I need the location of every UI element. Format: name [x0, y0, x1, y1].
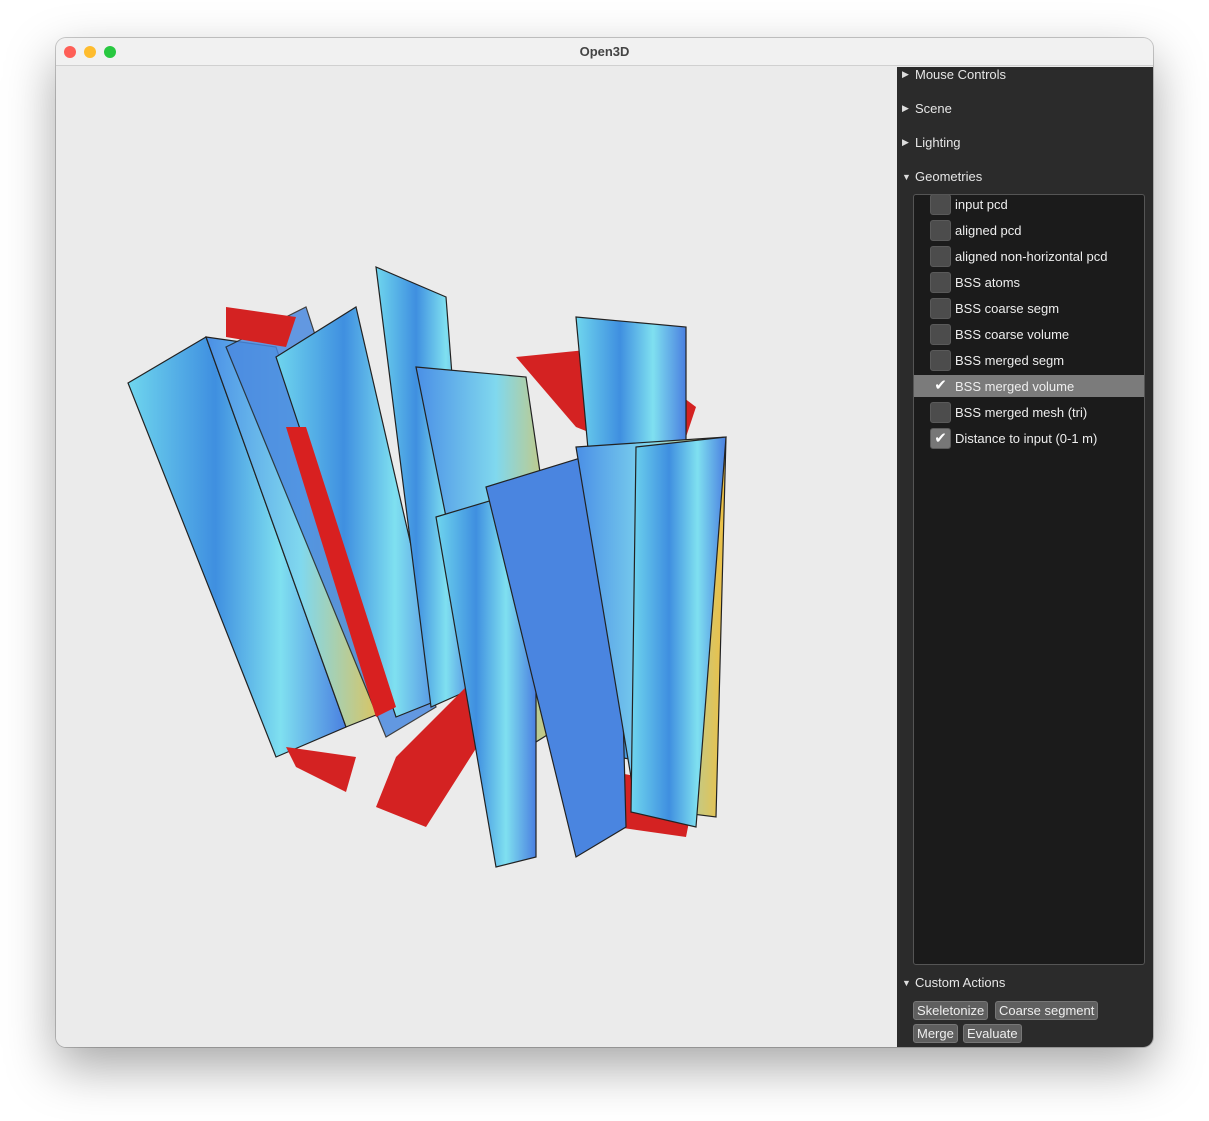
checkbox-checked[interactable]: ✔: [930, 427, 951, 449]
triangle-right-icon: ▶: [902, 137, 909, 147]
minimize-button[interactable]: [84, 46, 96, 58]
geometry-item[interactable]: aligned non-horizontal pcd: [914, 245, 1144, 267]
checkbox[interactable]: [930, 297, 951, 319]
checkbox[interactable]: [930, 349, 951, 371]
3d-viewport[interactable]: [56, 67, 897, 1047]
checkbox[interactable]: [930, 219, 951, 241]
app-window: Open3D ▶ Mouse Controls ▶ Scene ▶ Lighti…: [56, 38, 1153, 1047]
geometry-label: Distance to input (0-1 m): [955, 430, 1098, 446]
geometry-label: input pcd: [955, 196, 1008, 212]
section-custom-actions[interactable]: ▼ Custom Actions: [902, 975, 1005, 990]
section-label: Custom Actions: [915, 975, 1006, 990]
geometry-label: aligned pcd: [955, 222, 1022, 238]
geometry-label: aligned non-horizontal pcd: [955, 248, 1108, 264]
zoom-button[interactable]: [104, 46, 116, 58]
checkbox-checked[interactable]: ✔: [930, 376, 951, 397]
geometry-label: BSS atoms: [955, 274, 1021, 290]
checkbox[interactable]: [930, 245, 951, 267]
section-label: Lighting: [915, 135, 961, 150]
merge-button[interactable]: Merge: [913, 1024, 958, 1043]
geometry-item[interactable]: aligned pcd: [914, 219, 1144, 241]
geometry-item[interactable]: BSS merged segm: [914, 349, 1144, 371]
section-scene[interactable]: ▶ Scene: [902, 101, 952, 116]
geometry-item[interactable]: BSS coarse volume: [914, 323, 1144, 345]
triangle-down-icon: ▼: [902, 977, 911, 988]
skeletonize-button[interactable]: Skeletonize: [913, 1001, 989, 1020]
geometry-item[interactable]: BSS coarse segm: [914, 297, 1144, 319]
geometry-label: BSS coarse segm: [955, 300, 1060, 316]
point-cloud-render: [127, 266, 727, 868]
building-left: [127, 266, 477, 758]
section-label: Scene: [915, 101, 952, 116]
section-label: Mouse Controls: [915, 67, 1007, 82]
evaluate-button[interactable]: Evaluate: [963, 1024, 1022, 1043]
checkbox[interactable]: [930, 195, 951, 215]
geometry-label: BSS merged mesh (tri): [955, 404, 1088, 420]
triangle-down-icon: ▼: [902, 171, 911, 182]
checkbox[interactable]: [930, 271, 951, 293]
triangle-right-icon: ▶: [902, 69, 909, 79]
geometry-item[interactable]: input pcd: [914, 195, 1144, 215]
geometry-list[interactable]: input pcd aligned pcd aligned non-horizo…: [913, 194, 1145, 965]
triangle-right-icon: ▶: [902, 103, 909, 113]
geometry-label: BSS merged segm: [955, 352, 1065, 368]
section-mouse-controls[interactable]: ▶ Mouse Controls: [902, 67, 1006, 82]
title-bar: Open3D: [56, 38, 1153, 66]
geometry-label: BSS merged volume: [955, 378, 1075, 394]
window-title: Open3D: [579, 44, 630, 59]
checkbox[interactable]: [930, 401, 951, 423]
section-geometries[interactable]: ▼ Geometries: [902, 169, 982, 184]
geometry-item[interactable]: ✔ Distance to input (0-1 m): [914, 427, 1144, 449]
close-button[interactable]: [64, 46, 76, 58]
geometry-item[interactable]: BSS merged mesh (tri): [914, 401, 1144, 423]
settings-panel: ▶ Mouse Controls ▶ Scene ▶ Lighting ▼ Geomet…: [897, 67, 1153, 1047]
geometry-item-selected[interactable]: ✔ BSS merged volume: [914, 375, 1144, 397]
geometry-item[interactable]: BSS atoms: [914, 271, 1144, 293]
coarse-segment-button[interactable]: Coarse segment: [995, 1001, 1099, 1020]
section-lighting[interactable]: ▶ Lighting: [902, 135, 961, 150]
section-label: Geometries: [915, 169, 983, 184]
geometry-label: BSS coarse volume: [955, 326, 1070, 342]
checkbox[interactable]: [930, 323, 951, 345]
